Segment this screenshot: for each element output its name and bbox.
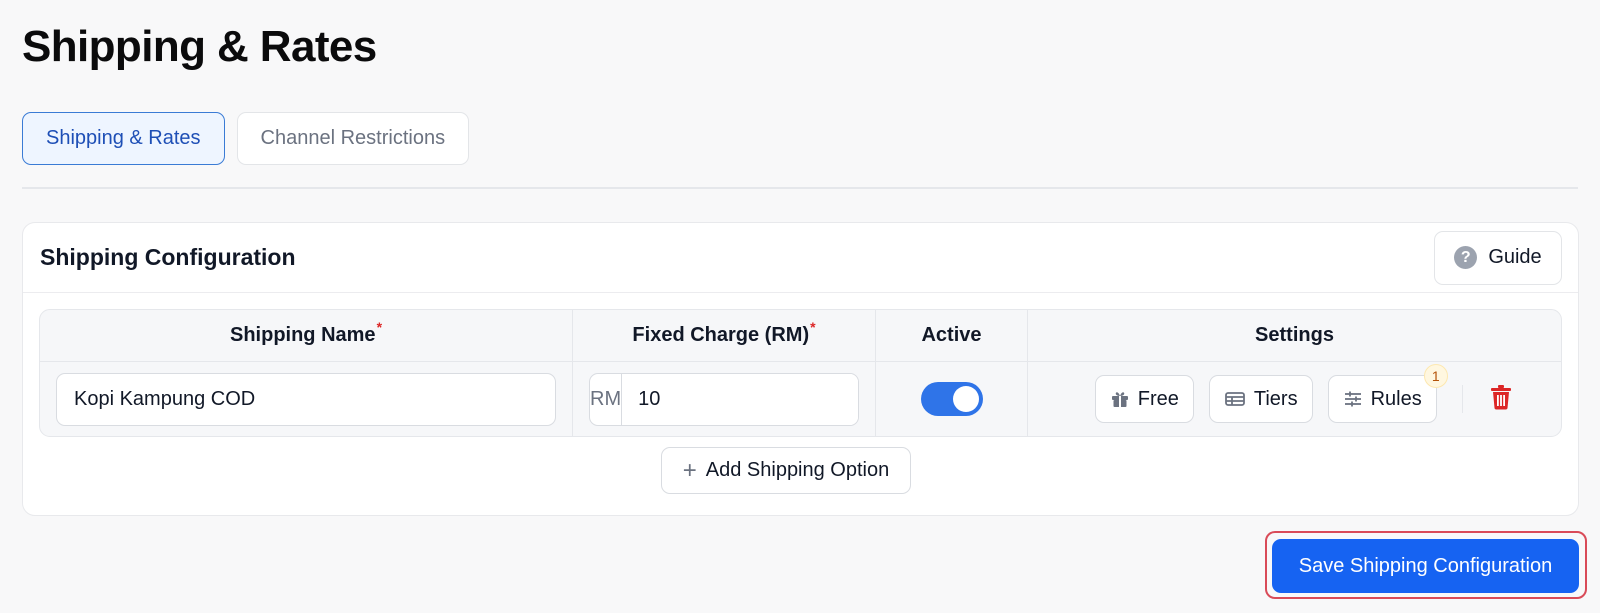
guide-label: Guide: [1488, 246, 1542, 268]
active-toggle[interactable]: [920, 382, 983, 416]
header-label: Fixed Charge (RM): [632, 324, 810, 346]
cell-fixed-charge: RM: [573, 362, 876, 436]
tab-shipping-rates[interactable]: Shipping & Rates: [22, 112, 225, 165]
column-header-settings: Settings: [1028, 310, 1561, 361]
guide-button[interactable]: ? Guide: [1434, 230, 1562, 285]
column-header-shipping-name: Shipping Name *: [40, 310, 573, 361]
header-label: Active: [921, 324, 982, 346]
free-button[interactable]: Free: [1094, 375, 1194, 423]
tab-bar: Shipping & Rates Channel Restrictions: [22, 112, 470, 165]
tiers-label: Tiers: [1253, 387, 1298, 410]
rules-button[interactable]: Rules 1: [1327, 364, 1448, 423]
table-row: RM: [40, 362, 1561, 436]
tiers-button[interactable]: Tiers: [1208, 375, 1313, 423]
cell-active: [876, 362, 1028, 436]
header-label: Shipping Name: [229, 324, 376, 346]
sliders-icon: [1343, 389, 1363, 409]
shipping-configuration-card: Shipping Configuration ? Guide Shipping …: [22, 222, 1579, 516]
column-header-active: Active: [876, 310, 1028, 361]
fixed-charge-field: RM: [589, 372, 859, 426]
fixed-charge-input[interactable]: [622, 373, 858, 425]
free-label: Free: [1137, 387, 1179, 410]
shipping-table: Shipping Name * Fixed Charge (RM) * Active…: [39, 309, 1562, 437]
add-label: Add Shipping Option: [705, 459, 890, 481]
currency-prefix: RM: [590, 373, 623, 425]
plus-icon: +: [682, 456, 697, 484]
card-header: Shipping Configuration ? Guide: [23, 223, 1578, 293]
required-mark: *: [376, 318, 383, 335]
header-label: Settings: [1255, 324, 1334, 346]
trash-icon: [1490, 384, 1512, 415]
table-header: Shipping Name * Fixed Charge (RM) * Active…: [40, 310, 1561, 362]
tab-channel-restrictions[interactable]: Channel Restrictions: [236, 112, 470, 165]
gift-icon: [1110, 389, 1130, 409]
cell-settings: Free Tiers Rules 1: [1028, 362, 1561, 436]
column-header-fixed-charge: Fixed Charge (RM) *: [573, 310, 876, 361]
save-shipping-configuration-button[interactable]: Save Shipping Configuration: [1272, 539, 1579, 593]
toggle-knob: [952, 386, 979, 412]
separator: [1461, 385, 1464, 413]
rules-count-badge: 1: [1423, 364, 1448, 388]
shipping-name-input[interactable]: [56, 372, 556, 426]
settings-group: Free Tiers Rules 1: [1094, 364, 1512, 423]
required-mark: *: [810, 318, 816, 335]
add-shipping-option-button[interactable]: + Add Shipping Option: [661, 447, 911, 494]
delete-button[interactable]: [1490, 384, 1512, 415]
rules-label: Rules: [1370, 387, 1422, 410]
card-title: Shipping Configuration: [40, 244, 296, 270]
divider: [22, 187, 1578, 189]
cell-shipping-name: [40, 362, 573, 436]
table-icon: [1224, 389, 1246, 409]
help-icon: ?: [1454, 246, 1478, 269]
page-title: Shipping & Rates: [22, 22, 377, 71]
